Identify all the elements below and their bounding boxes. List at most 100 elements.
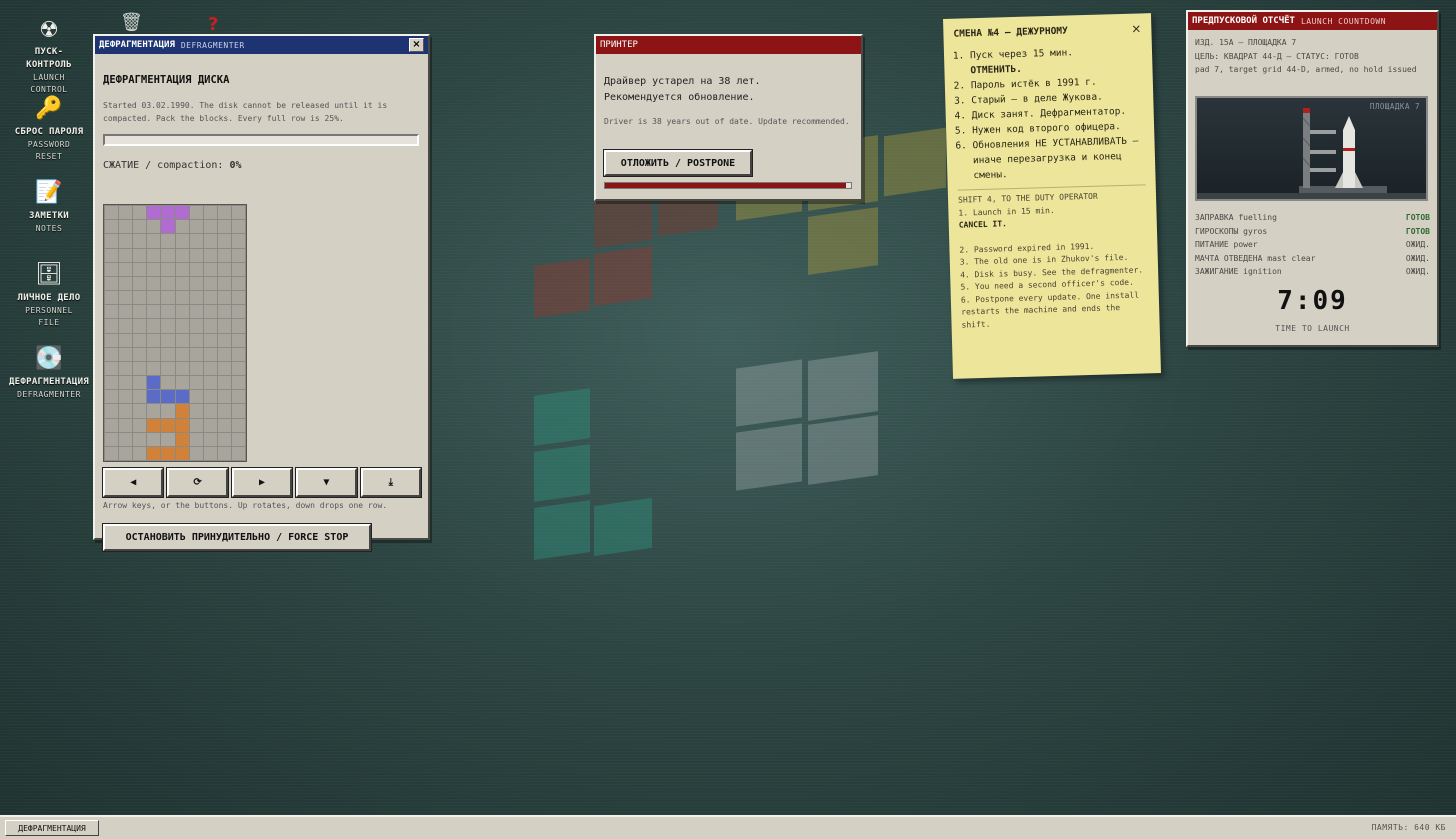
disc-icon: 💽 xyxy=(35,346,63,371)
grid-cell xyxy=(133,305,147,319)
grid-cell xyxy=(189,418,203,432)
rotate-button[interactable]: ⟳ xyxy=(166,467,229,498)
grid-cell xyxy=(105,418,119,432)
grid-cell xyxy=(161,248,175,262)
grid-cell xyxy=(203,305,217,319)
desktop-icon-launch-control[interactable]: ☢ ПУСК-КОНТРОЛЬ LAUNCH CONTROL xyxy=(4,18,94,96)
move-right-button[interactable]: ▶ xyxy=(230,467,294,498)
grid-cell xyxy=(231,361,245,375)
grid-cell xyxy=(189,262,203,276)
move-down-button[interactable]: ▼ xyxy=(295,467,358,498)
grid-cell xyxy=(119,262,133,276)
grid-cell xyxy=(203,291,217,305)
grid-block xyxy=(175,418,189,432)
trash-icon[interactable]: 🗑 xyxy=(120,12,143,33)
grid-block xyxy=(147,376,161,390)
grid-cell xyxy=(231,262,245,276)
radiation-icon: ☢ xyxy=(39,18,59,43)
status-row: МАЧТА ОТВЕДЕНА mast clear ОЖИД. xyxy=(1195,252,1430,266)
move-left-button[interactable]: ◀ xyxy=(101,467,165,498)
grid-cell xyxy=(203,319,217,333)
drop-button[interactable]: ⤓ xyxy=(359,467,423,498)
grid-cell xyxy=(203,418,217,432)
grid-cell xyxy=(133,432,147,446)
grid-cell xyxy=(119,390,133,404)
grid-cell xyxy=(119,291,133,305)
grid-cell xyxy=(189,206,203,220)
grid-cell xyxy=(217,404,231,418)
key-icon: 🔑 xyxy=(35,96,63,121)
status-row: ЗАПРАВКА fuelling ГОТОВ xyxy=(1195,211,1430,225)
grid-cell xyxy=(133,404,147,418)
grid-cell xyxy=(231,347,245,361)
grid-cell xyxy=(175,361,189,375)
grid-cell xyxy=(217,361,231,375)
grid-cell xyxy=(147,333,161,347)
defrag-controls: ◀ ⟳ ▶ ▼ ⤓ xyxy=(101,467,423,498)
grid-cell xyxy=(189,276,203,290)
grid-cell xyxy=(203,404,217,418)
desktop-icon-notes[interactable]: 📝 ЗАМЕТКИ NOTES xyxy=(4,180,94,235)
defragmenter-window: ДЕФРАГМЕНТАЦИЯ DEFRAGMENTER × ДЕФРАГМЕНТ… xyxy=(93,34,430,552)
grid-cell xyxy=(119,432,133,446)
grid-cell xyxy=(231,305,245,319)
close-icon[interactable]: × xyxy=(1131,21,1141,35)
close-button[interactable]: × xyxy=(409,38,424,52)
grid-cell xyxy=(189,234,203,248)
list-item: Обновления НЕ УСТАНАВЛИВАТЬ — иначе пере… xyxy=(972,133,1145,183)
grid-cell xyxy=(231,319,245,333)
grid-cell xyxy=(105,432,119,446)
force-stop-button[interactable]: ОСТАНОВИТЬ ПРИНУДИТЕЛЬНО / FORCE STOP xyxy=(102,523,372,552)
grid-cell xyxy=(175,276,189,290)
window-titlebar[interactable]: ПРЕДПУСКОВОЙ ОТСЧЁТ LAUNCH COUNTDOWN xyxy=(1188,12,1437,30)
grid-cell xyxy=(133,319,147,333)
grid-cell xyxy=(175,305,189,319)
grid-cell xyxy=(161,404,175,418)
window-titlebar[interactable]: ДЕФРАГМЕНТАЦИЯ DEFRAGMENTER × xyxy=(95,36,428,54)
grid-cell xyxy=(217,206,231,220)
grid-cell xyxy=(217,262,231,276)
launch-info-line2: ЦЕЛЬ: КВАДРАТ 44-Д — СТАТУС: ГОТОВ xyxy=(1195,51,1359,61)
grid-cell xyxy=(175,220,189,234)
desktop-icon-defragmenter[interactable]: 💽 ДЕФРАГМЕНТАЦИЯ DEFRAGMENTER xyxy=(4,346,94,401)
grid-cell xyxy=(119,248,133,262)
desktop-icon-personnel-file[interactable]: 🗄 ЛИЧНОЕ ДЕЛО PERSONNEL FILE xyxy=(4,262,94,329)
window-titlebar[interactable]: ПРИНТЕР xyxy=(596,36,861,54)
grid-cell xyxy=(231,418,245,432)
grid-cell xyxy=(105,291,119,305)
grid-cell xyxy=(217,333,231,347)
grid-cell xyxy=(189,390,203,404)
grid-cell xyxy=(217,220,231,234)
grid-cell xyxy=(105,446,119,460)
grid-cell xyxy=(105,305,119,319)
printer-dialog: ПРИНТЕР Драйвер устарел на 38 лет. Реком… xyxy=(594,34,863,201)
status-label: МАЧТА ОТВЕДЕНА mast clear xyxy=(1195,253,1316,263)
compaction-label: СЖАТИЕ / compaction: xyxy=(103,160,224,171)
desktop-icon-sublabel: LAUNCH CONTROL xyxy=(30,73,68,94)
grid-block xyxy=(175,446,189,460)
defrag-block-grid[interactable] xyxy=(103,204,247,462)
file-cabinet-icon: 🗄 xyxy=(35,262,63,287)
grid-cell xyxy=(203,234,217,248)
taskbar: ДЕФРАГМЕНТАЦИЯ ПАМЯТЬ: 640 КБ xyxy=(0,815,1456,839)
grid-cell xyxy=(203,390,217,404)
list-item: 6. Postpone every update. One install re… xyxy=(960,290,1140,330)
grid-cell xyxy=(217,376,231,390)
grid-cell xyxy=(133,361,147,375)
grid-cell xyxy=(161,234,175,248)
help-icon[interactable]: ? xyxy=(208,14,218,35)
window-subtitle: DEFRAGMENTER xyxy=(180,40,245,50)
grid-cell xyxy=(133,291,147,305)
postpone-button[interactable]: ОТЛОЖИТЬ / POSTPONE xyxy=(603,149,753,177)
grid-cell xyxy=(175,333,189,347)
grid-cell xyxy=(231,333,245,347)
grid-cell xyxy=(231,404,245,418)
launch-info: ИЗД. 15А — ПЛОЩАДКА 7 ЦЕЛЬ: КВАДРАТ 44-Д… xyxy=(1195,36,1431,77)
launch-status-list: ЗАПРАВКА fuelling ГОТОВ ГИРОСКОПЫ gyros ГО… xyxy=(1195,211,1430,279)
taskbar-item-defragmenter[interactable]: ДЕФРАГМЕНТАЦИЯ xyxy=(5,820,99,836)
grid-block xyxy=(175,404,189,418)
grid-cell xyxy=(133,418,147,432)
desktop-icon-password-reset[interactable]: 🔑 СБРОС ПАРОЛЯ PASSWORD RESET xyxy=(4,96,94,163)
grid-cell xyxy=(203,262,217,276)
desktop-icon-label: СБРОС ПАРОЛЯ xyxy=(14,127,84,137)
